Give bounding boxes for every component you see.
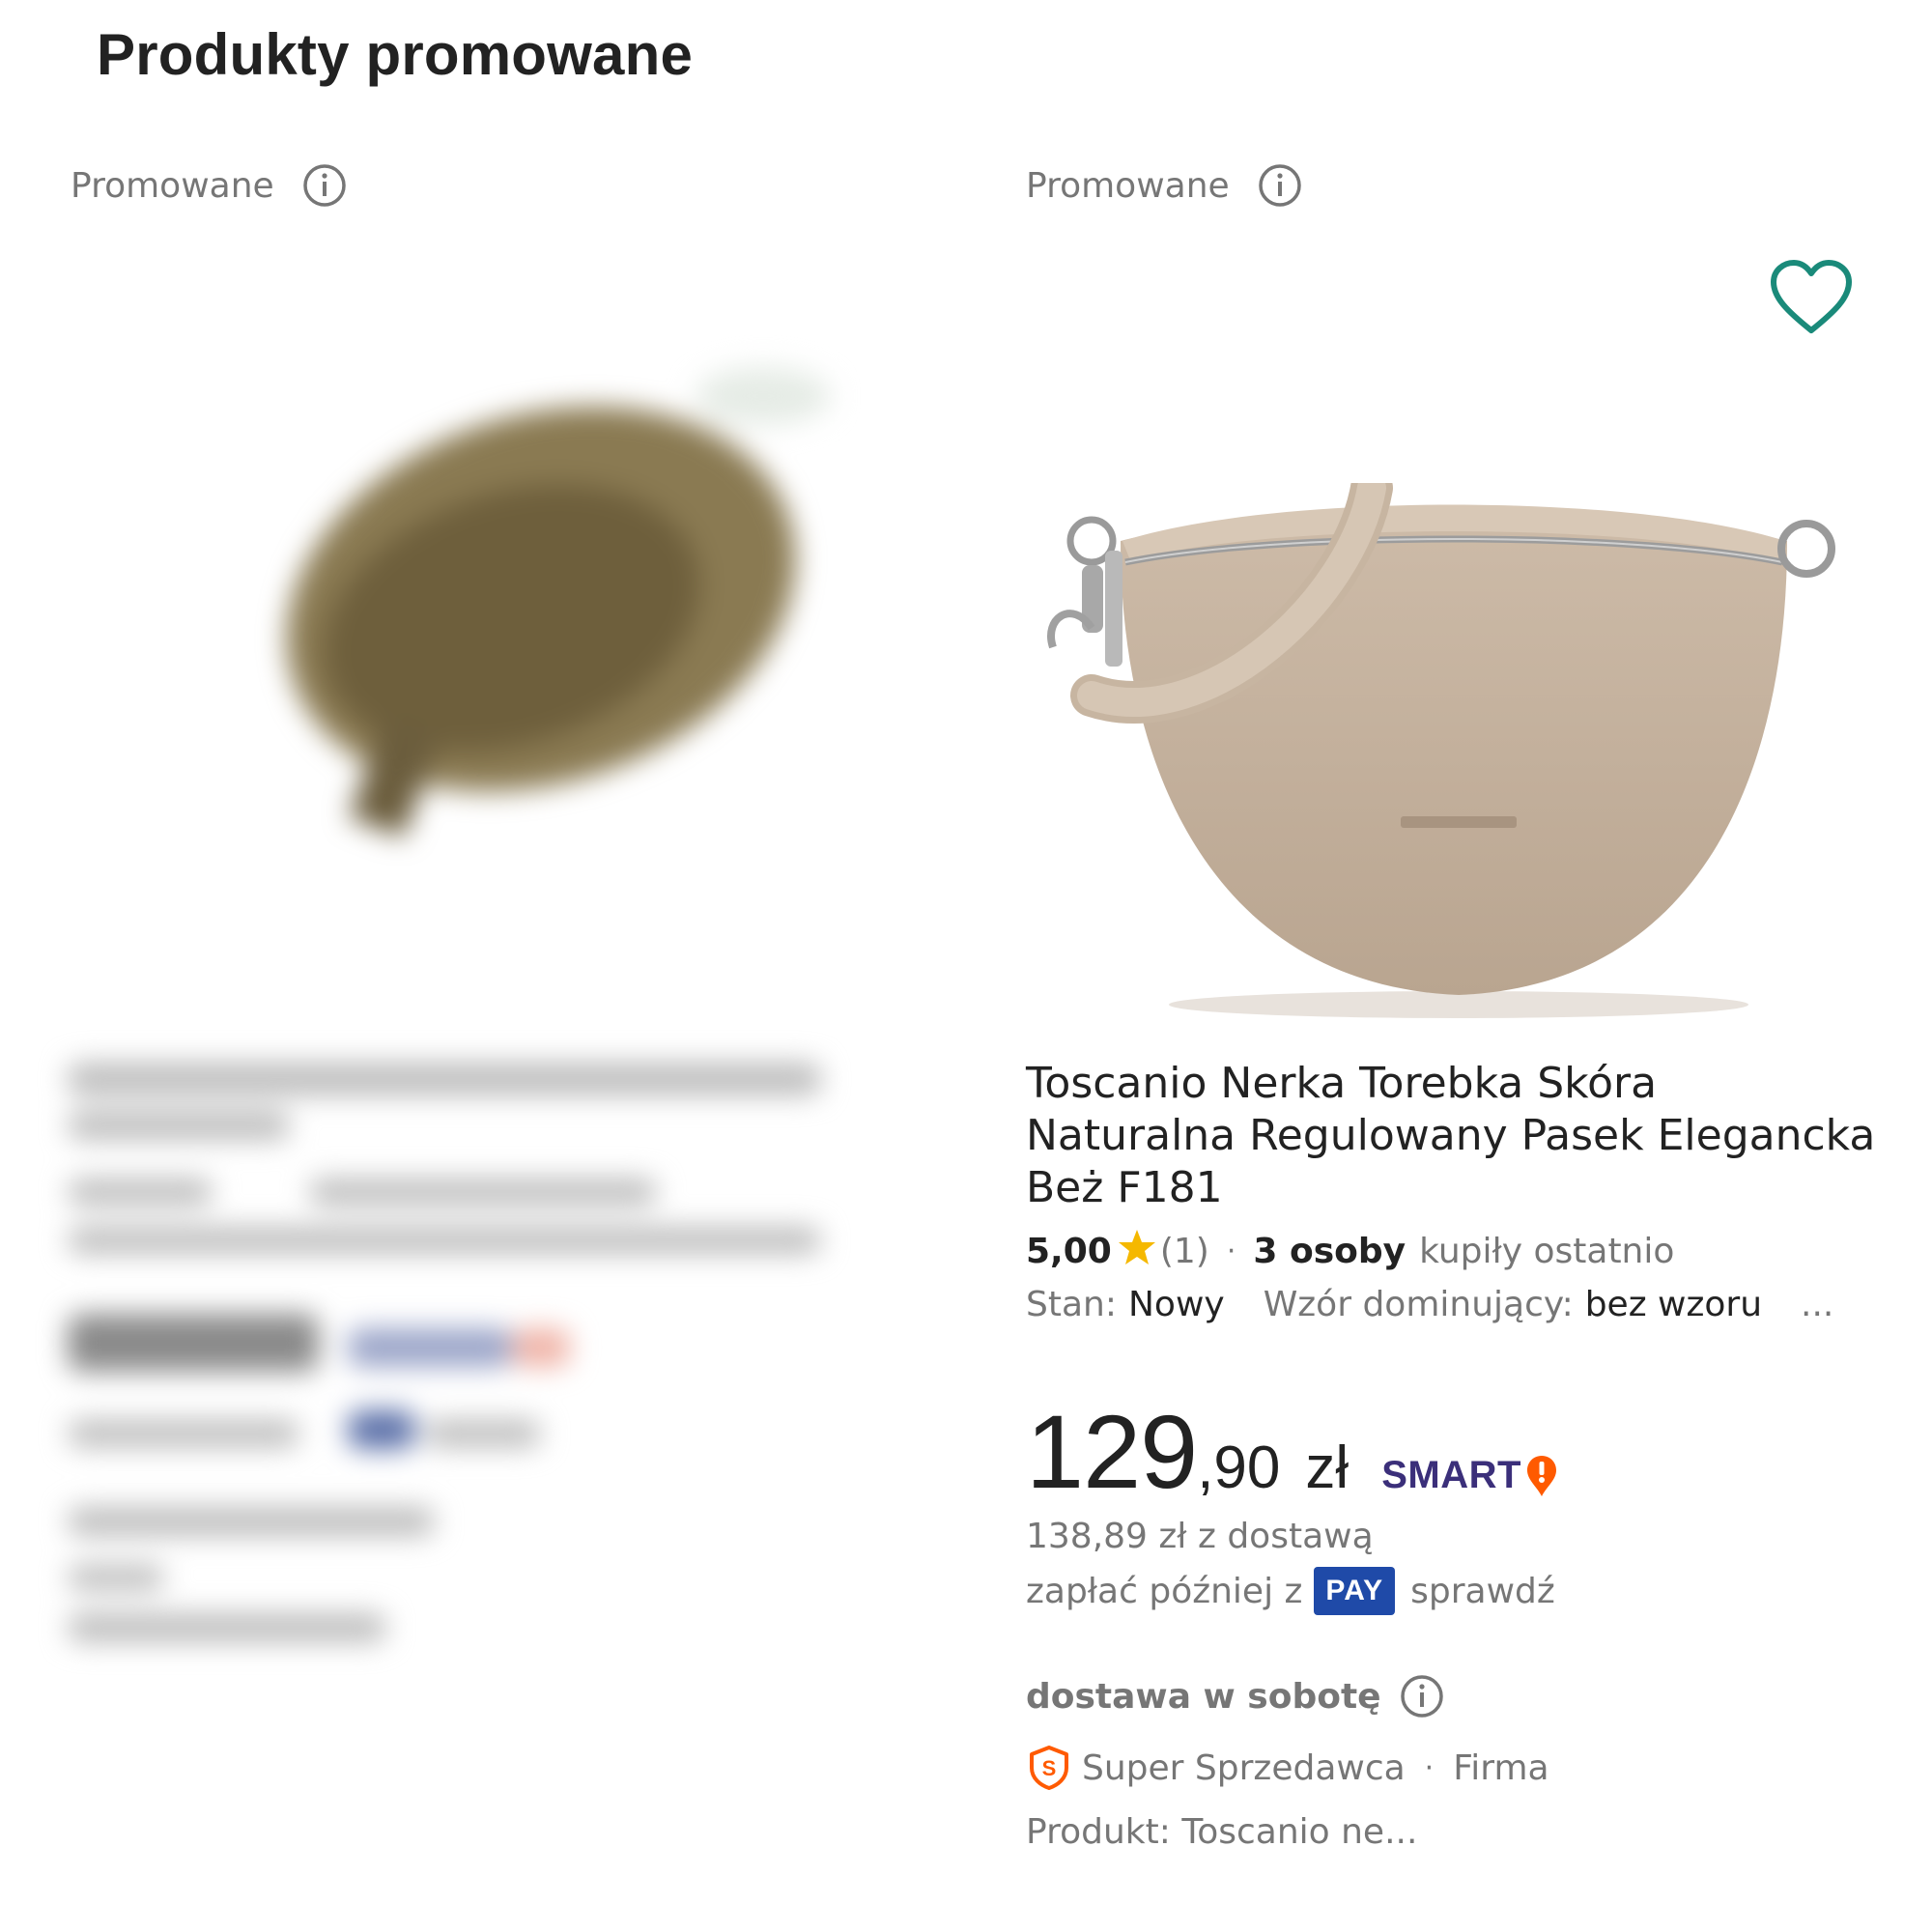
price-row: 129 ,90 zł SMART	[1026, 1391, 1558, 1512]
buyers-count: 3 osoby	[1253, 1232, 1406, 1271]
blurred-product-image	[222, 357, 840, 840]
smart-icon	[1526, 1455, 1556, 1496]
blurred-text-line	[68, 1227, 821, 1254]
more-params-button[interactable]: ...	[1801, 1285, 1833, 1324]
rating-count[interactable]: (1)	[1160, 1232, 1209, 1271]
blurred-text-line	[68, 1179, 213, 1206]
seller-row: S Super Sprzedawca · Firma	[1026, 1745, 1549, 1791]
pay-badge: PAY	[1314, 1567, 1396, 1615]
product-image[interactable]	[1034, 467, 1864, 1024]
promo-label-left: Promowane	[71, 162, 348, 209]
smart-badge: SMART	[1381, 1454, 1558, 1498]
blurred-text-line	[68, 1565, 164, 1590]
blurred-text-line	[68, 1613, 386, 1642]
delivery-day-row: dostawa w sobotę	[1026, 1673, 1445, 1719]
pay-later-text: zapłać później z	[1026, 1571, 1303, 1611]
blurred-text-line	[425, 1420, 541, 1447]
separator-dot: ·	[1424, 1750, 1435, 1785]
blurred-product-card[interactable]	[58, 222, 927, 1816]
pay-check-link[interactable]: sprawdź	[1410, 1572, 1555, 1611]
pattern-value: bez wzoru	[1584, 1285, 1763, 1324]
pay-later-row: zapłać później z PAY sprawdź	[1026, 1567, 1555, 1615]
info-icon[interactable]	[1257, 162, 1303, 209]
promo-label-text: Promowane	[1026, 165, 1230, 206]
seller-type: Firma	[1453, 1747, 1549, 1788]
blurred-text-line	[68, 1507, 435, 1536]
params-row: Stan: Nowy Wzór dominujący: bez wzoru ..…	[1026, 1285, 1833, 1324]
rating-row: 5,00 (1) · 3 osoby kupiły ostatnio	[1026, 1229, 1674, 1274]
price-currency: zł	[1305, 1435, 1350, 1501]
blurred-text-line	[68, 1420, 299, 1447]
blurred-text-line	[68, 1063, 821, 1095]
section-title: Produkty promowane	[97, 22, 694, 87]
pattern-label: Wzór dominujący:	[1263, 1285, 1574, 1324]
product-meta: Produkt: Toscanio ne...	[1026, 1812, 1418, 1852]
rating-score: 5,00	[1026, 1232, 1112, 1271]
product-title-link[interactable]: Toscanio Nerka Torebka Skóra Naturalna R…	[1026, 1058, 1876, 1214]
delivery-day-text: dostawa w sobotę	[1026, 1676, 1381, 1717]
promo-label-text: Promowane	[71, 165, 274, 206]
separator-dot: ·	[1226, 1235, 1236, 1268]
blurred-text-line	[512, 1328, 570, 1367]
blurred-text-line	[68, 1111, 290, 1140]
info-icon[interactable]	[1399, 1673, 1445, 1719]
buyers-suffix: kupiły ostatnio	[1419, 1232, 1675, 1271]
star-icon	[1118, 1229, 1156, 1274]
price-main: 129	[1026, 1393, 1198, 1510]
page: Produkty promowane Promowane Promowane T…	[0, 0, 1932, 1932]
blurred-text-line	[348, 1410, 415, 1449]
info-icon[interactable]	[301, 162, 348, 209]
wishlist-heart-icon[interactable]	[1768, 259, 1855, 336]
super-seller-label: Super Sprzedawca	[1082, 1747, 1406, 1788]
blurred-text-line	[348, 1328, 512, 1367]
condition-label: Stan:	[1026, 1285, 1117, 1324]
smart-label: SMART	[1381, 1454, 1521, 1496]
price-cents: ,90	[1197, 1435, 1281, 1501]
condition-value: Nowy	[1127, 1285, 1225, 1324]
blurred-text-line	[309, 1179, 657, 1206]
delivery-price: 138,89 zł z dostawą	[1026, 1517, 1374, 1556]
super-seller-icon: S	[1030, 1746, 1068, 1790]
promo-label-right: Promowane	[1026, 162, 1303, 209]
blurred-text-line	[68, 1314, 319, 1372]
svg-text:S: S	[1042, 1756, 1057, 1780]
